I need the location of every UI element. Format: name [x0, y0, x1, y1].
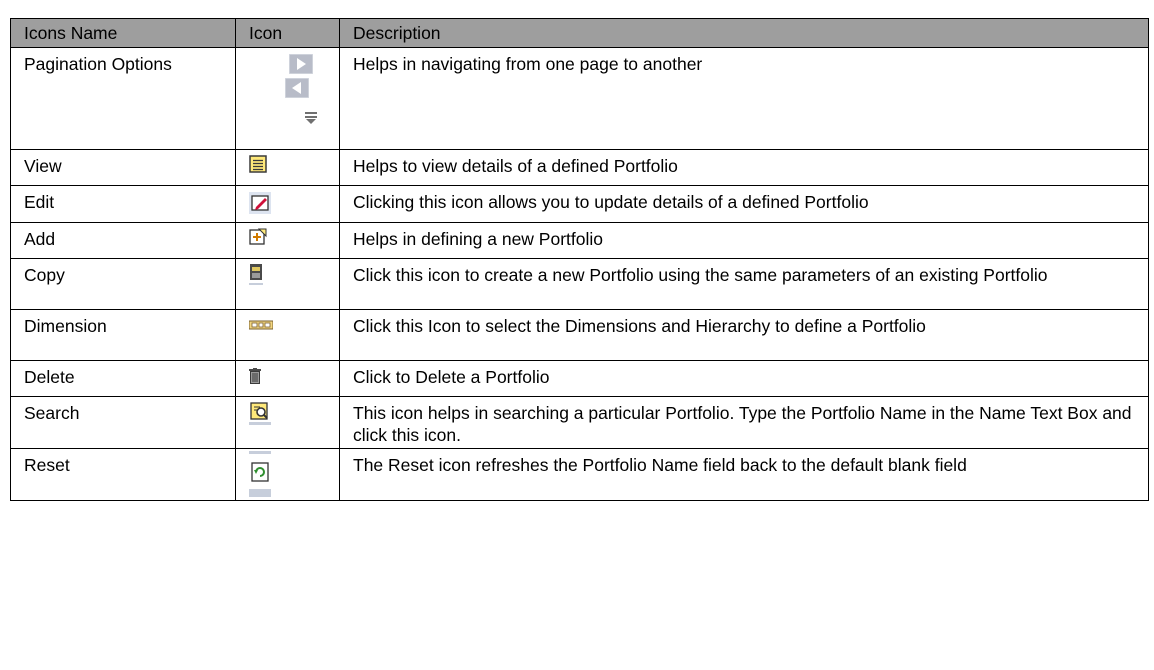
row-name: Pagination Options: [10, 47, 236, 150]
edit-icon[interactable]: [249, 192, 271, 214]
copy-icon[interactable]: [249, 264, 263, 286]
row-description: The Reset icon refreshes the Portfolio N…: [339, 448, 1149, 501]
table-row: Copy Click this icon to create a new Por…: [10, 258, 1149, 310]
header-icons-name: Icons Name: [10, 18, 236, 48]
row-name: Dimension: [10, 309, 236, 361]
delete-icon[interactable]: [249, 368, 261, 384]
row-name: Reset: [10, 448, 236, 501]
row-name: Copy: [10, 258, 236, 310]
table-row: Pagination Options Helps in navigating f…: [10, 47, 1149, 150]
dimension-icon[interactable]: [249, 320, 273, 330]
table-row: Add Helps in defining a new Portfolio: [10, 222, 1149, 259]
next-page-icon[interactable]: [289, 54, 313, 74]
reset-icon[interactable]: [249, 449, 271, 500]
row-description: Click this Icon to select the Dimensions…: [339, 309, 1149, 361]
row-description: Clicking this icon allows you to update …: [339, 185, 1149, 223]
header-description: Description: [339, 18, 1149, 48]
row-description: Helps in defining a new Portfolio: [339, 222, 1149, 259]
header-icon: Icon: [235, 18, 340, 48]
row-icon-cell: [235, 258, 340, 310]
pagination-icons: [249, 48, 353, 130]
row-name: Delete: [10, 360, 236, 397]
previous-page-icon[interactable]: [285, 78, 309, 98]
row-icon-cell: [235, 360, 340, 397]
row-icon-cell: [235, 149, 340, 186]
add-icon[interactable]: [249, 228, 267, 246]
row-icon-cell: [235, 47, 340, 150]
row-name: View: [10, 149, 236, 186]
table-header-row: Icons Name Icon Description: [10, 18, 1149, 48]
table-row: Dimension Click this Icon to select the …: [10, 309, 1149, 361]
row-description: Click this icon to create a new Portfoli…: [339, 258, 1149, 310]
view-icon[interactable]: [249, 155, 267, 173]
search-icon[interactable]: [249, 402, 271, 426]
row-icon-cell: [235, 185, 340, 223]
row-name: Search: [10, 396, 236, 449]
table-row: Reset The Reset icon refreshes the Portf…: [10, 448, 1149, 501]
rows-per-page-icon[interactable]: [305, 112, 317, 124]
table-row: View Helps to view details of a defined …: [10, 149, 1149, 186]
table-row: Delete Click to Delete a Portfolio: [10, 360, 1149, 397]
row-name: Add: [10, 222, 236, 259]
row-icon-cell: [235, 222, 340, 259]
icons-table: Icons Name Icon Description Pagination O…: [10, 18, 1149, 501]
row-description: Helps to view details of a defined Portf…: [339, 149, 1149, 186]
row-icon-cell: [235, 309, 340, 361]
row-icon-cell: [235, 448, 340, 501]
table-row: Search This icon helps in searching a pa…: [10, 396, 1149, 449]
row-icon-cell: [235, 396, 340, 449]
row-description: Helps in navigating from one page to ano…: [339, 47, 1149, 150]
table-row: Edit Clicking this icon allows you to up…: [10, 185, 1149, 223]
row-description: Click to Delete a Portfolio: [339, 360, 1149, 397]
row-description: This icon helps in searching a particula…: [339, 396, 1149, 449]
row-name: Edit: [10, 185, 236, 223]
